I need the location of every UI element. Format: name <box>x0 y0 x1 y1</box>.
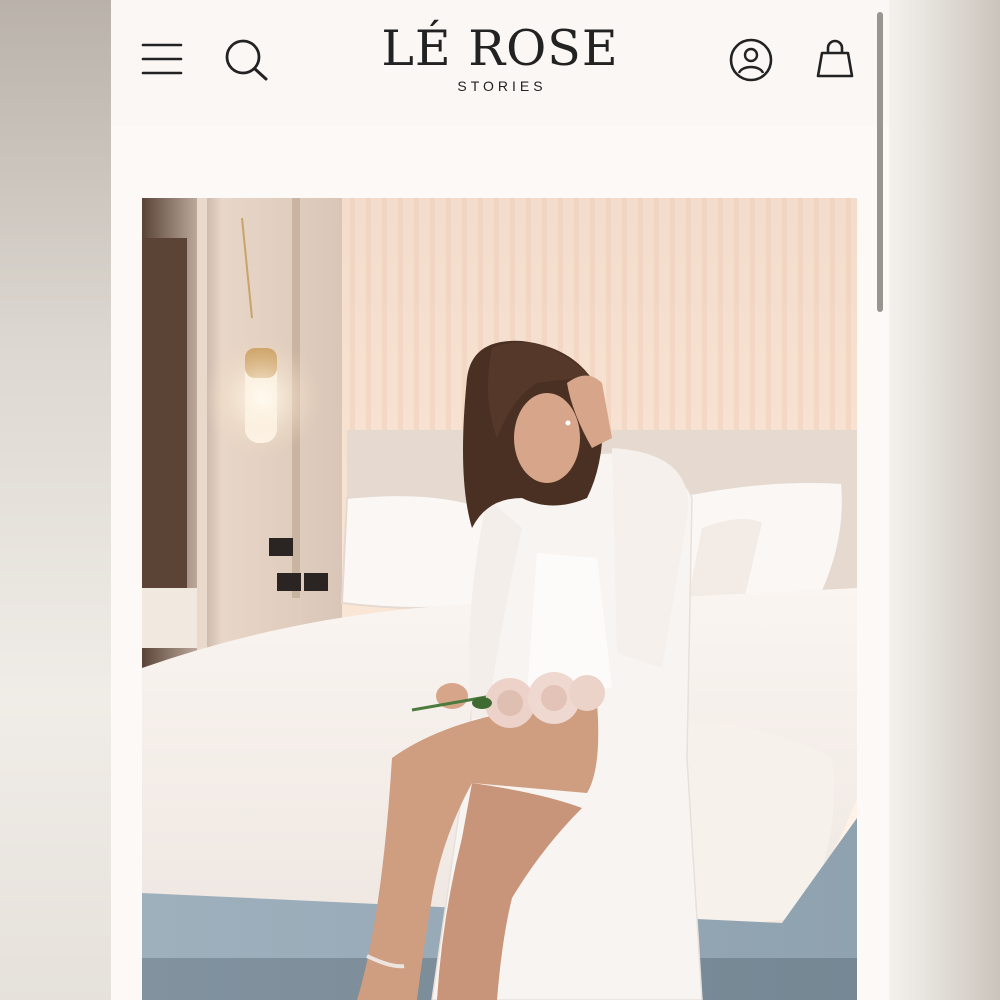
hero-image[interactable] <box>142 198 857 1000</box>
backdrop-right <box>889 0 1000 1000</box>
brand-tagline: STORIES <box>457 78 547 94</box>
user-account-icon <box>729 38 773 82</box>
site-header: LÉ ROSE STORIES <box>111 0 889 126</box>
account-button[interactable] <box>727 36 775 84</box>
scrollbar[interactable] <box>877 12 883 312</box>
search-icon <box>225 39 268 81</box>
search-button[interactable] <box>223 36 271 84</box>
brand-logo[interactable]: LÉ ROSE STORIES <box>350 20 650 94</box>
hamburger-menu-icon <box>141 43 183 75</box>
menu-button[interactable] <box>140 38 184 82</box>
hero-photo <box>142 198 857 1000</box>
brand-name: LÉ ROSE <box>381 20 619 77</box>
backdrop-left <box>0 0 111 1000</box>
shopping-bag-icon <box>816 39 854 78</box>
mobile-page: LÉ ROSE STORIES <box>111 0 889 1000</box>
cart-button[interactable] <box>812 36 858 82</box>
